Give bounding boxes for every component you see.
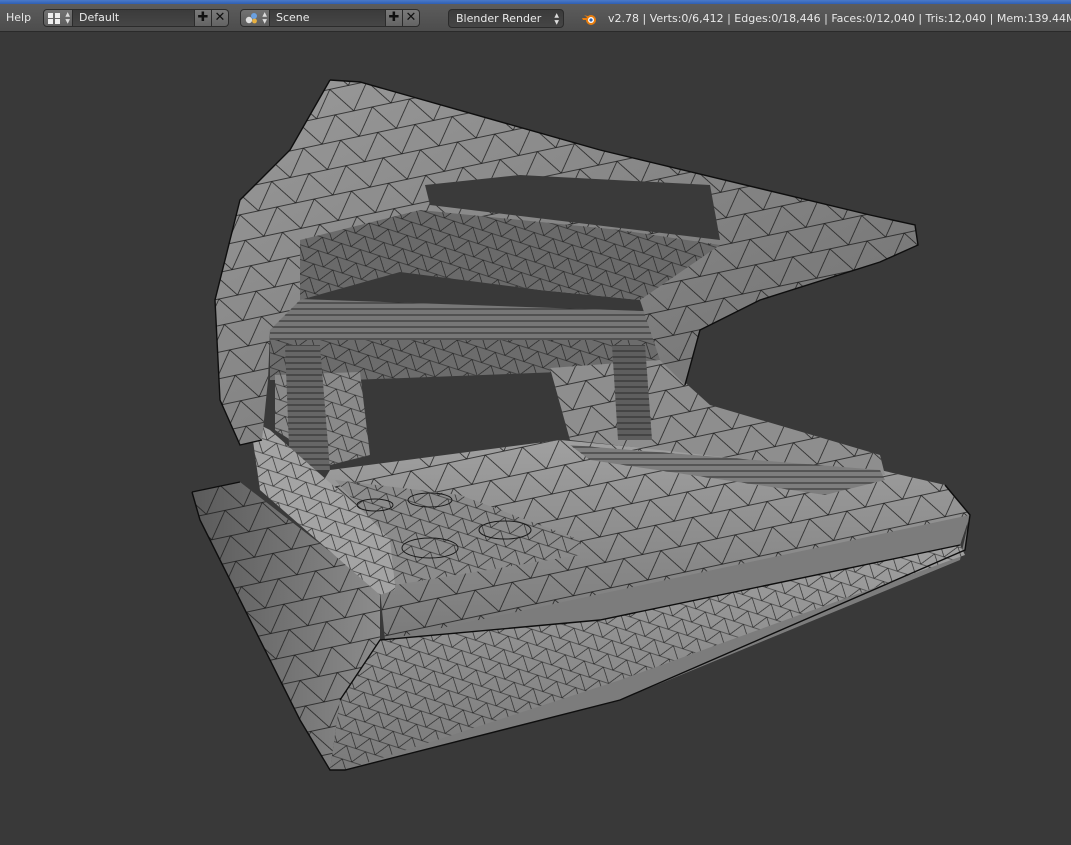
scene-dropdown[interactable]: ▲ ▼ [240, 9, 270, 27]
add-screen-layout-button[interactable]: ✚ [195, 9, 212, 27]
screen-layout-dropdown[interactable]: ▲ ▼ [43, 9, 73, 27]
add-scene-button[interactable]: ✚ [386, 9, 403, 27]
add-icon: ✚ [388, 10, 400, 25]
screen-layout-icon [48, 12, 60, 24]
scene-icon [245, 13, 257, 24]
scene-name-field[interactable]: Scene [270, 9, 386, 27]
updown-arrows-icon: ▲ ▼ [262, 11, 267, 25]
updown-arrows-icon: ▲ ▼ [554, 12, 559, 26]
render-engine-label: Blender Render [456, 12, 542, 25]
delete-screen-layout-button[interactable]: ✕ [212, 9, 229, 27]
3d-viewport[interactable] [0, 32, 1071, 845]
screen-layout-name-field[interactable]: Default [73, 9, 195, 27]
help-menu[interactable]: Help [6, 11, 31, 24]
wireframe-mesh-object [191, 79, 971, 771]
delete-scene-button[interactable]: ✕ [403, 9, 420, 27]
screen-layout-selector: ▲ ▼ Default ✚ ✕ [43, 9, 229, 27]
scene-statistics: v2.78 | Verts:0/6,412 | Edges:0/18,446 |… [608, 12, 1071, 25]
close-icon: ✕ [405, 10, 417, 25]
add-icon: ✚ [197, 10, 209, 25]
info-header: Help ▲ ▼ Default ✚ ✕ ▲ ▼ Scene ✚ ✕ Blend… [0, 4, 1071, 32]
close-icon: ✕ [214, 10, 226, 25]
render-engine-dropdown[interactable]: Blender Render ▲ ▼ [448, 9, 564, 28]
blender-logo-icon [582, 15, 596, 25]
updown-arrows-icon: ▲ ▼ [65, 11, 70, 25]
scene-selector: ▲ ▼ Scene ✚ ✕ [240, 9, 420, 27]
